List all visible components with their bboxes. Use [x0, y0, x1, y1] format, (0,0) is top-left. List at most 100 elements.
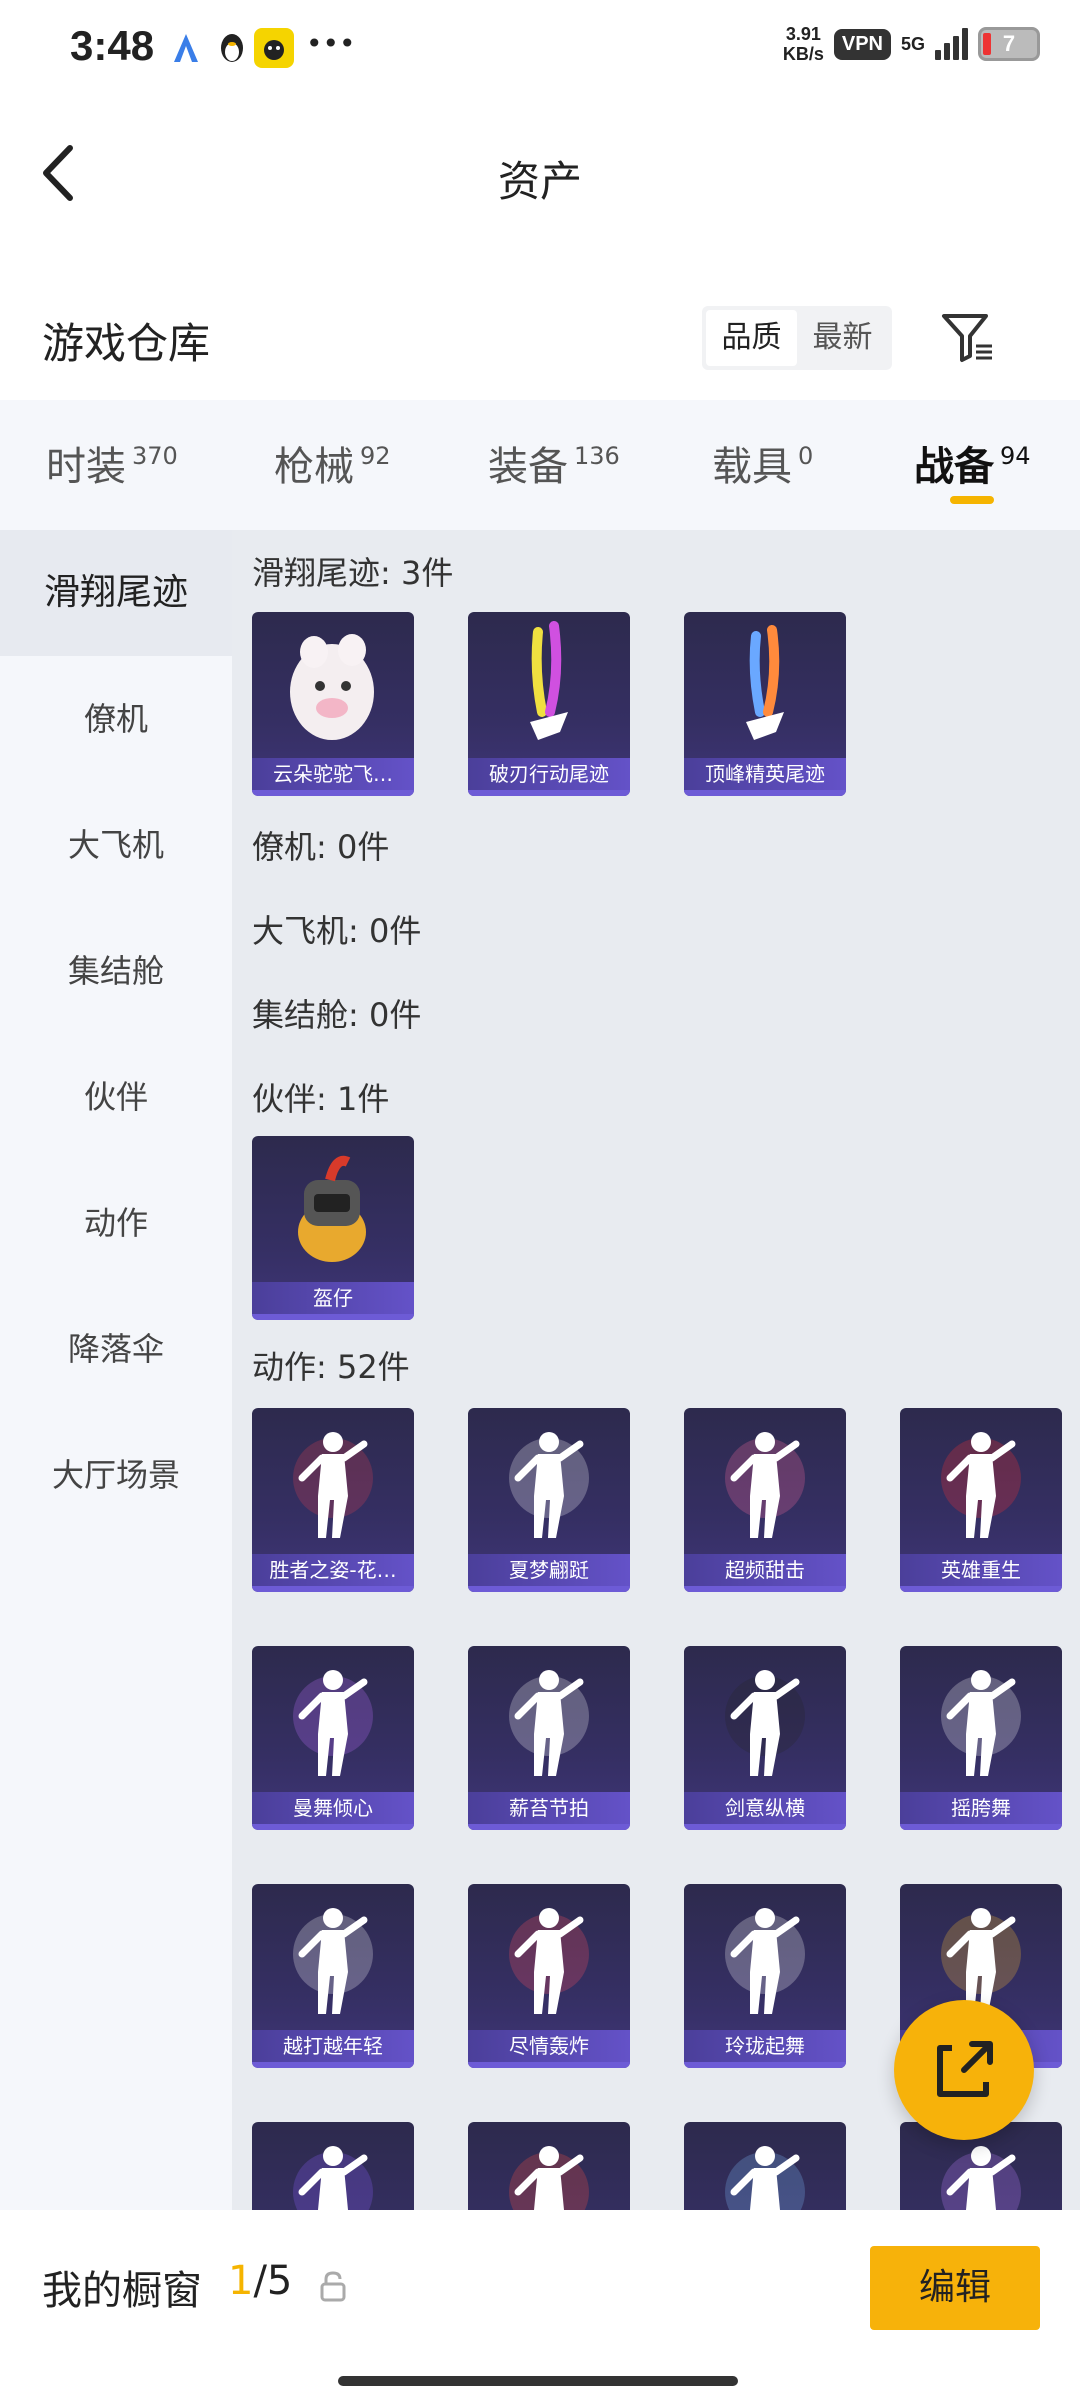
section-label-glide: 滑翔尾迹: 3件 [252, 554, 454, 592]
section-label-pod: 集结舱: 0件 [252, 996, 422, 1034]
item-card[interactable]: 英雄重生 [900, 1408, 1062, 1592]
item-card[interactable]: 破刃行动尾迹 [468, 612, 630, 796]
sidebar-item-glide-trail[interactable]: 滑翔尾迹 [0, 530, 232, 656]
item-name: 曼舞倾心 [252, 1792, 414, 1824]
section-label-wingman: 僚机: 0件 [252, 828, 390, 866]
item-name: 尽情轰炸 [468, 2030, 630, 2062]
item-name: 云朵驼驼飞… [252, 758, 414, 790]
item-name: 英雄重生 [900, 1554, 1062, 1586]
tab-count: 0 [798, 442, 814, 470]
dancer-image [509, 1670, 589, 1776]
tab-equipment[interactable]: 装备 136 [488, 434, 620, 492]
sidebar: 滑翔尾迹 僚机 大飞机 集结舱 伙伴 动作 降落伞 大厅场景 [0, 530, 232, 2210]
filter-icon [942, 314, 992, 362]
sidebar-item-pod[interactable]: 集结舱 [0, 908, 232, 1034]
item-card[interactable]: 超频甜击 [684, 1408, 846, 1592]
item-content: 滑翔尾迹: 3件 云朵驼驼飞… 破刃行动尾迹 顶峰精英尾迹 僚机: 0件 大飞机… [232, 530, 1080, 2210]
item-name: 夏梦翩跹 [468, 1554, 630, 1586]
item-name: 薪苔节拍 [468, 1792, 630, 1824]
tab-count: 92 [360, 442, 391, 470]
lock-icon [320, 2271, 346, 2302]
item-card[interactable]: 摇胯舞 [900, 1646, 1062, 1830]
status-right: 3.91 KB/s VPN 5G 7 [783, 24, 1040, 64]
signal-icon [935, 28, 968, 60]
active-tab-indicator [950, 496, 994, 504]
qq-penguin-icon [212, 28, 252, 68]
section-label-plane: 大飞机: 0件 [252, 912, 422, 950]
dancer-image [725, 1670, 805, 1776]
tab-combat-gear[interactable]: 战备 94 [914, 434, 1031, 492]
dancer-image [509, 2146, 589, 2210]
showcase-count: 1/5 [228, 2258, 292, 2304]
sidebar-item-wingman[interactable]: 僚机 [0, 656, 232, 782]
item-card[interactable]: 剑意纵横 [684, 1646, 846, 1830]
item-name: 顶峰精英尾迹 [684, 758, 846, 790]
tab-label: 时装 [46, 444, 126, 490]
item-card[interactable]: 尽情轰炸 [468, 1884, 630, 2068]
item-card[interactable]: 曼舞倾心 [252, 1646, 414, 1830]
app-yellow-icon [254, 28, 294, 68]
status-time: 3:48 [70, 22, 155, 69]
dancer-image [293, 1670, 373, 1776]
item-card[interactable]: 夏梦翩跹 [468, 1408, 630, 1592]
dancer-image [509, 1908, 589, 2014]
speed-unit: KB/s [782, 44, 824, 64]
item-card[interactable]: 越打越年轻 [252, 1884, 414, 2068]
dancer-image [509, 1432, 589, 1538]
network-type: 5G [900, 33, 925, 54]
showcase-total: /5 [253, 2258, 293, 2304]
battery-icon: 7 [978, 27, 1040, 61]
app-a-icon [166, 28, 206, 68]
sidebar-item-lobby-scene[interactable]: 大厅场景 [0, 1412, 232, 1538]
assets-page: 3:48 ••• 3.91 KB/s VPN 5G 7 资产 游戏仓库 品质 最… [0, 0, 1080, 2400]
home-indicator[interactable] [338, 2376, 738, 2386]
item-card[interactable] [468, 2122, 630, 2210]
warehouse-row: 游戏仓库 品质 最新 [0, 270, 1080, 400]
tab-vehicles[interactable]: 载具 0 [712, 434, 813, 492]
tab-count: 136 [574, 442, 620, 470]
dancer-image [725, 2146, 805, 2210]
dancer-image [293, 1908, 373, 2014]
item-card[interactable]: 云朵驼驼飞… [252, 612, 414, 796]
tab-label: 载具 [712, 444, 792, 490]
tab-label: 枪械 [274, 444, 354, 490]
item-card[interactable]: 薪苔节拍 [468, 1646, 630, 1830]
network-speed: 3.91 KB/s [783, 24, 824, 64]
page-title: 资产 [497, 157, 582, 206]
vpn-badge: VPN [833, 28, 891, 60]
sort-toggle: 品质 最新 [702, 306, 892, 370]
sidebar-item-parachute[interactable]: 降落伞 [0, 1286, 232, 1412]
edit-button[interactable]: 编辑 [870, 2246, 1040, 2330]
sort-quality-button[interactable]: 品质 [706, 310, 797, 366]
tab-label: 装备 [488, 444, 568, 490]
sidebar-item-partner[interactable]: 伙伴 [0, 1034, 232, 1160]
filter-button[interactable] [940, 310, 996, 366]
item-card[interactable]: 盔仔 [252, 1136, 414, 1320]
share-button[interactable] [894, 2000, 1034, 2140]
item-name: 超频甜击 [684, 1554, 846, 1586]
item-name: 玲珑起舞 [684, 2030, 846, 2062]
item-card[interactable] [252, 2122, 414, 2210]
tab-fashion[interactable]: 时装 370 [46, 434, 178, 492]
tab-count: 94 [1000, 442, 1031, 470]
sort-newest-button[interactable]: 最新 [797, 310, 888, 366]
item-card[interactable]: 玲珑起舞 [684, 1884, 846, 2068]
item-card[interactable]: 胜者之姿-花… [252, 1408, 414, 1592]
category-tabs: 时装 370 枪械 92 装备 136 载具 0 战备 94 [0, 400, 1080, 530]
item-name: 剑意纵横 [684, 1792, 846, 1824]
item-name: 盔仔 [252, 1282, 414, 1314]
item-card[interactable]: 顶峰精英尾迹 [684, 612, 846, 796]
tab-guns[interactable]: 枪械 92 [274, 434, 391, 492]
dancer-image [725, 1432, 805, 1538]
speed-value: 3.91 [785, 24, 821, 44]
item-card[interactable] [684, 2122, 846, 2210]
tab-label: 战备 [914, 444, 994, 490]
trail-figure-image [530, 621, 568, 740]
battery-level: 7 [1002, 31, 1016, 56]
sidebar-item-plane[interactable]: 大飞机 [0, 782, 232, 908]
trail-figure-image [746, 625, 784, 740]
dancer-image [725, 1908, 805, 2014]
sidebar-item-emote[interactable]: 动作 [0, 1160, 232, 1286]
warehouse-title: 游戏仓库 [42, 319, 211, 368]
dancer-image [293, 2146, 373, 2210]
